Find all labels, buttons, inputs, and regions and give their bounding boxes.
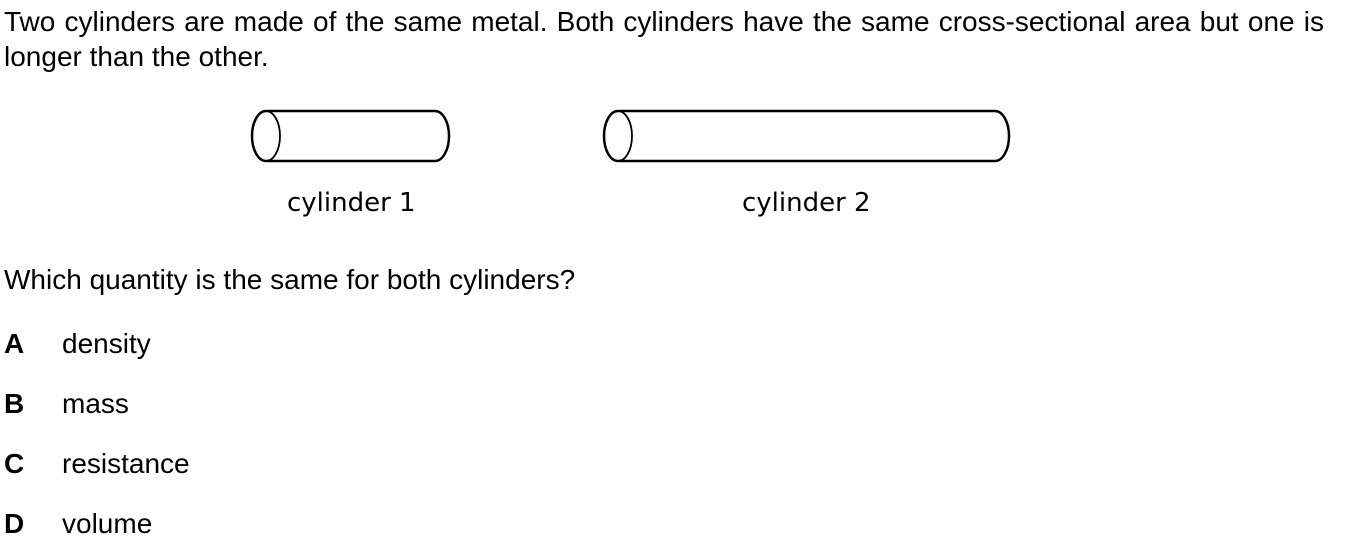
option-text: volume: [62, 508, 153, 539]
cylinders-figure: cylinder 1 cylinder 2: [0, 0, 1355, 240]
option-text: density: [62, 328, 151, 359]
option-d[interactable]: D volume: [0, 506, 600, 542]
option-c[interactable]: C resistance: [0, 446, 600, 482]
option-a[interactable]: A density: [0, 326, 600, 362]
cylinders-diagram: [250, 109, 1011, 163]
option-letter: C: [4, 448, 25, 479]
option-text: mass: [62, 388, 129, 419]
option-letter: B: [4, 388, 25, 419]
cylinder-2-label: cylinder 2: [742, 188, 871, 218]
option-letter: D: [4, 508, 25, 539]
cylinder-2-shape: [602, 109, 1011, 163]
cylinder-1-shape: [250, 109, 451, 163]
option-b[interactable]: B mass: [0, 386, 600, 422]
option-letter: A: [4, 328, 25, 359]
cylinder-1-label: cylinder 1: [287, 188, 416, 218]
question-prompt: Which quantity is the same for both cyli…: [4, 264, 576, 295]
option-text: resistance: [62, 448, 190, 479]
